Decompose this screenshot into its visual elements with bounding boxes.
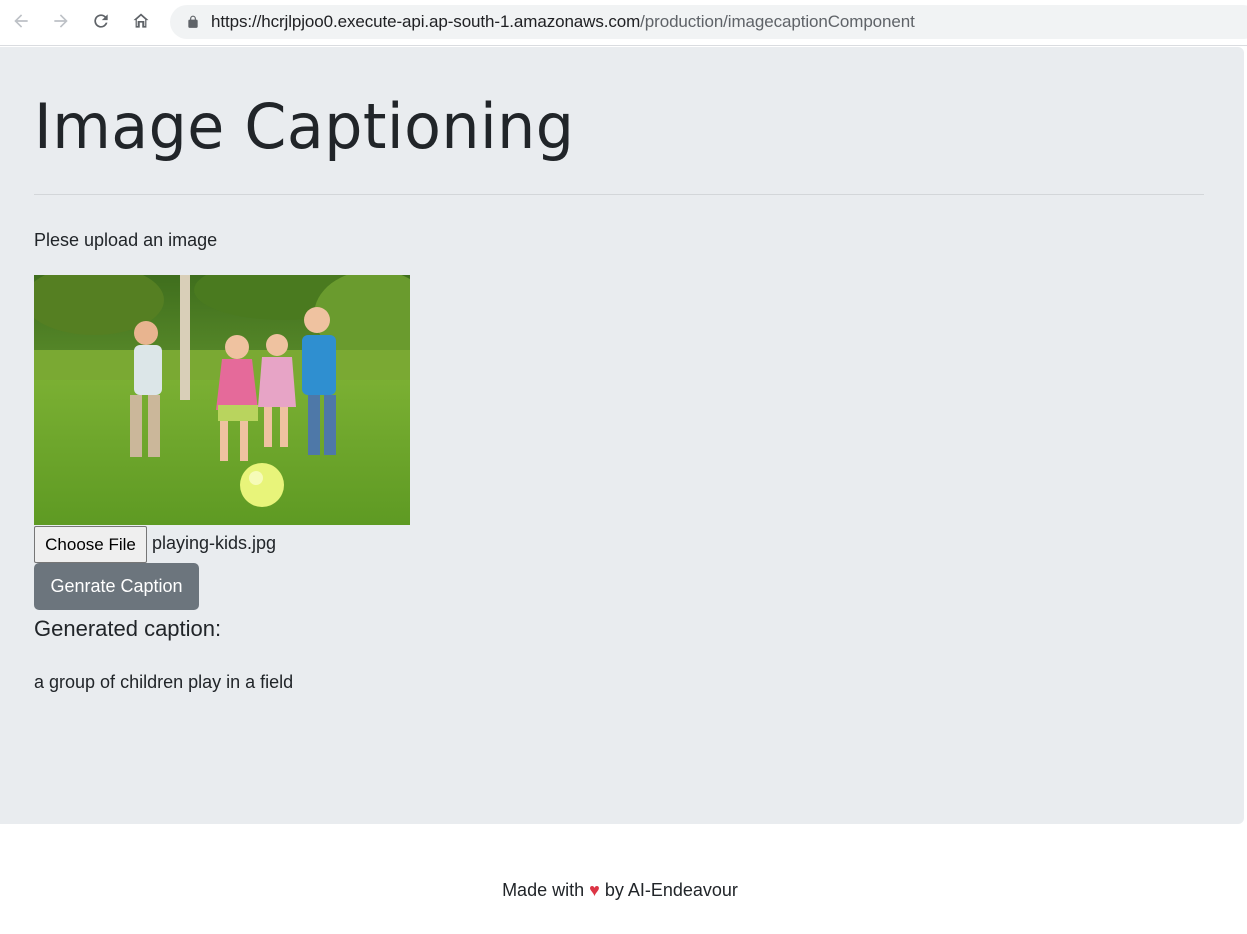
divider [34, 194, 1204, 195]
choose-file-button[interactable]: Choose File [34, 526, 147, 563]
back-arrow-icon [14, 14, 28, 28]
address-bar[interactable]: https://hcrjlpjoo0.execute-api.ap-south-… [170, 5, 1247, 39]
selected-file-name: playing-kids.jpg [152, 533, 277, 553]
url-path: /production/imagecaptionComponent [640, 12, 915, 31]
back-button[interactable] [3, 3, 39, 39]
caption-heading: Generated caption: [34, 616, 222, 641]
uploaded-image-preview [34, 275, 410, 525]
generated-caption-text: a group of children play in a field [34, 672, 294, 692]
heart-icon: ♥ [589, 880, 600, 900]
footer: Made with ♥ by AI-Endeavour [0, 880, 1240, 901]
generate-caption-button[interactable]: Genrate Caption [34, 563, 199, 610]
forward-button[interactable] [43, 3, 79, 39]
children-playing-photo [34, 275, 410, 525]
page-title: Image Captioning [34, 90, 575, 163]
url-text: https://hcrjlpjoo0.execute-api.ap-south-… [211, 12, 915, 32]
footer-suffix: by AI-Endeavour [604, 880, 738, 900]
browser-toolbar: https://hcrjlpjoo0.execute-api.ap-south-… [0, 0, 1247, 46]
upload-prompt: Plese upload an image [34, 230, 218, 250]
reload-icon [94, 14, 108, 28]
home-icon [133, 13, 149, 28]
reload-button[interactable] [83, 3, 119, 39]
forward-arrow-icon [54, 14, 68, 28]
lock-icon [188, 15, 198, 28]
footer-prefix: Made with [502, 880, 585, 900]
url-host: https://hcrjlpjoo0.execute-api.ap-south-… [211, 12, 641, 31]
home-button[interactable] [123, 3, 159, 39]
